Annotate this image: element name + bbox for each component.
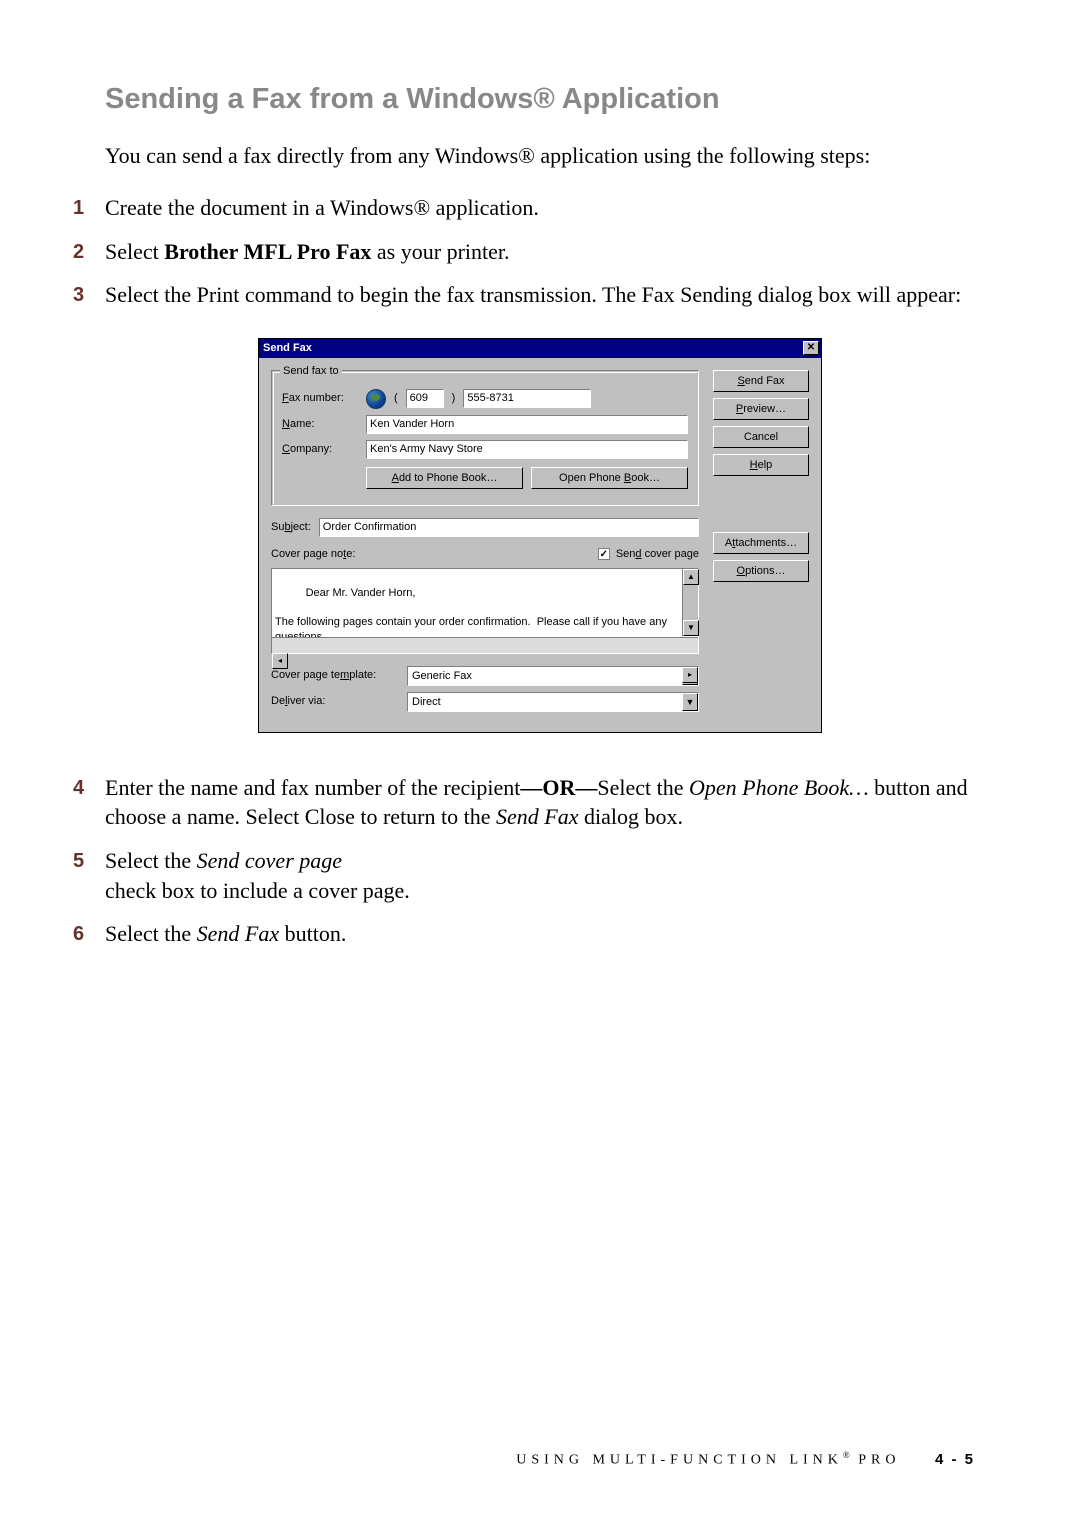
fax-number-label: Fax number: — [282, 391, 358, 406]
company-label: Company: — [282, 442, 358, 457]
cover-page-note-textarea[interactable]: Dear Mr. Vander Horn, The following page… — [271, 568, 699, 654]
help-button[interactable]: Help — [713, 454, 809, 476]
subject-label: Subject: — [271, 520, 311, 535]
open-phone-book-button[interactable]: Open Phone Book… — [531, 467, 688, 489]
paren-close: ) — [452, 391, 456, 406]
step-6-b: button. — [279, 921, 346, 946]
name-label: Name: — [282, 417, 358, 432]
preview-button[interactable]: Preview… — [713, 398, 809, 420]
step-4-i2: Send Fax — [496, 804, 578, 829]
scroll-down-icon[interactable]: ▼ — [683, 620, 699, 636]
dialog-titlebar[interactable]: Send Fax ✕ — [259, 339, 821, 358]
page-footer: USING MULTI-FUNCTION LINK® PRO 4 - 5 — [516, 1449, 975, 1471]
step-2-pre: Select — [105, 239, 164, 264]
step-number-1: 1 — [73, 195, 84, 222]
send-fax-dialog: Send Fax ✕ Send fax to Fax number: ( 609… — [258, 338, 822, 733]
options-button[interactable]: Options… — [713, 560, 809, 582]
globe-icon[interactable] — [366, 389, 386, 409]
deliver-via-select[interactable]: Direct ▼ — [407, 692, 699, 712]
cover-note-text: Dear Mr. Vander Horn, The following page… — [275, 587, 670, 644]
step-4-b: Select the — [597, 775, 689, 800]
name-input[interactable]: Ken Vander Horn — [366, 415, 688, 434]
step-6: 6 Select the Send Fax button. — [73, 919, 975, 949]
section-heading: Sending a Fax from a Windows® Applicatio… — [105, 80, 975, 119]
send-cover-page-checkbox[interactable]: ✓ — [598, 548, 610, 560]
cancel-button[interactable]: Cancel — [713, 426, 809, 448]
company-input[interactable]: Ken's Army Navy Store — [366, 440, 688, 459]
step-6-i: Send Fax — [197, 921, 279, 946]
step-4-d: dialog box. — [578, 804, 683, 829]
step-2: 2 Select Brother MFL Pro Fax as your pri… — [73, 237, 975, 267]
step-4-or: —OR— — [520, 775, 597, 800]
step-5-i: Send cover page — [197, 848, 342, 873]
step-number-2: 2 — [73, 239, 84, 266]
step-2-bold: Brother MFL Pro Fax — [164, 239, 371, 264]
step-6-a: Select the — [105, 921, 197, 946]
footer-text: USING MULTI-FUNCTION LINK — [516, 1453, 843, 1468]
scrollbar-horizontal[interactable]: ◂ ▸ — [272, 637, 698, 653]
intro-paragraph: You can send a fax directly from any Win… — [105, 141, 975, 171]
step-4: 4 Enter the name and fax number of the r… — [73, 773, 975, 832]
area-code-input[interactable]: 609 — [406, 389, 444, 408]
scroll-left-icon[interactable]: ◂ — [272, 653, 288, 669]
step-5: 5 Select the Send cover page check box t… — [73, 846, 975, 905]
paren-open: ( — [394, 391, 398, 406]
step-number-6: 6 — [73, 921, 84, 948]
cover-page-note-label: Cover page note: — [271, 547, 355, 562]
dialog-screenshot: Send Fax ✕ Send fax to Fax number: ( 609… — [105, 338, 975, 733]
step-5-a: Select the — [105, 848, 197, 873]
step-4-i1: Open Phone Book… — [689, 775, 869, 800]
add-to-phone-book-button[interactable]: Add to Phone Book… — [366, 467, 523, 489]
step-number-5: 5 — [73, 848, 84, 875]
dialog-title: Send Fax — [263, 341, 312, 356]
step-3-text: Select the Print command to begin the fa… — [105, 282, 961, 307]
close-icon[interactable]: ✕ — [803, 341, 819, 355]
step-5-b: check box to include a cover page. — [105, 878, 410, 903]
step-4-a: Enter the name and fax number of the rec… — [105, 775, 520, 800]
cover-template-select[interactable]: Generic Fax ▼ — [407, 666, 699, 686]
step-1: 1 Create the document in a Windows® appl… — [73, 193, 975, 223]
step-1-text: Create the document in a Windows® applic… — [105, 195, 539, 220]
attachments-button[interactable]: Attachments… — [713, 532, 809, 554]
footer-suffix: PRO — [850, 1453, 901, 1468]
send-cover-page-label: Send cover page — [616, 547, 699, 562]
footer-reg-icon: ® — [843, 1450, 850, 1460]
chevron-down-icon-2[interactable]: ▼ — [682, 693, 698, 711]
deliver-via-value: Direct — [408, 693, 682, 711]
step-3: 3 Select the Print command to begin the … — [73, 280, 975, 310]
scrollbar-vertical[interactable]: ▲ ▼ — [682, 569, 698, 636]
scroll-up-icon[interactable]: ▲ — [683, 569, 699, 585]
cover-template-value: Generic Fax — [408, 667, 682, 685]
send-fax-to-group: Send fax to Fax number: ( 609 ) 555-8731… — [271, 370, 699, 506]
step-2-post: as your printer. — [371, 239, 509, 264]
fax-number-input[interactable]: 555-8731 — [463, 389, 591, 408]
group-legend: Send fax to — [280, 364, 342, 379]
send-fax-button[interactable]: Send Fax — [713, 370, 809, 392]
subject-input[interactable]: Order Confirmation — [319, 518, 699, 537]
page-number: 4 - 5 — [935, 1451, 975, 1468]
step-number-4: 4 — [73, 775, 84, 802]
scroll-right-icon[interactable]: ▸ — [682, 667, 698, 683]
step-number-3: 3 — [73, 282, 84, 309]
